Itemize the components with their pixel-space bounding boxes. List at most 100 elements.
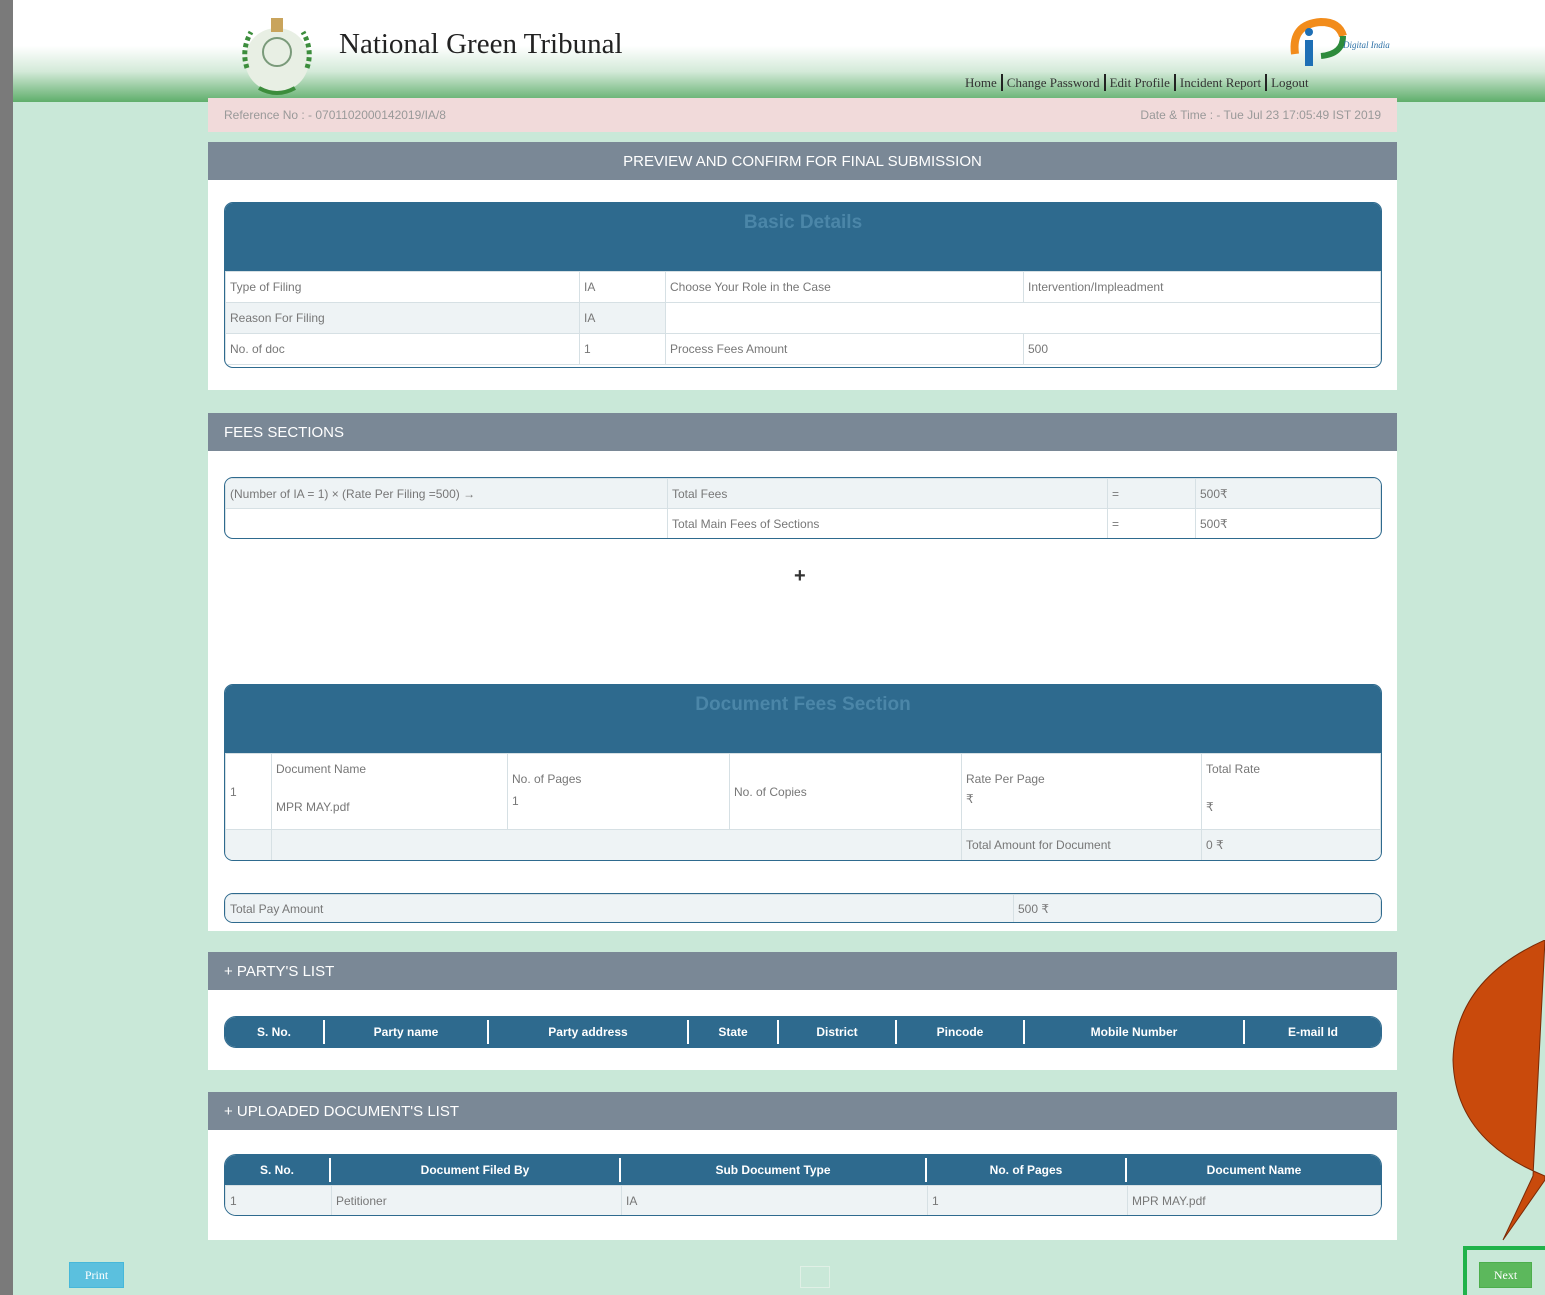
table-cell: MPR MAY.pdf [1127, 1185, 1381, 1215]
table-cell: = [1107, 478, 1196, 509]
column-header: Party address [489, 1020, 689, 1044]
table-cell: 1 [579, 333, 666, 365]
doc-total-label: Total Rate [1206, 762, 1261, 776]
column-header: Sub Document Type [621, 1158, 927, 1182]
site-title: National Green Tribunal [339, 28, 623, 60]
documents-list-panel: + UPLOADED DOCUMENT'S LIST S. No. Docume… [208, 1092, 1397, 1240]
site-header: National Green Tribunal Digital India Ho… [13, 0, 1545, 102]
reference-info-bar: Reference No : - 0701102000142019/IA/8 D… [208, 98, 1397, 132]
column-header: No. of Pages [927, 1158, 1127, 1182]
fees-box: (Number of IA = 1) × (Rate Per Filing =5… [224, 477, 1382, 539]
total-pay-table: Total Pay Amount 500 ₹ [225, 894, 1381, 922]
table-cell: Reason For Filing [225, 302, 580, 334]
table-cell: = [1107, 508, 1196, 538]
table-cell: Total Fees [667, 478, 1108, 509]
table-cell: 500₹ [1195, 508, 1381, 538]
ngt-emblem-icon [242, 18, 312, 95]
column-header: Document Name [1206, 1163, 1302, 1177]
party-list-table: S. No. Party name Party address State Di… [224, 1016, 1382, 1048]
preview-heading: PREVIEW AND CONFIRM FOR FINAL SUBMISSION [208, 142, 1397, 180]
print-button[interactable]: Print [69, 1262, 124, 1288]
document-fees-table: 1 Document Name MPR MAY.pdf No. of Pages… [225, 753, 1381, 860]
column-header: S. No. [225, 1158, 331, 1182]
doc-rate-value: ₹ [966, 792, 974, 806]
table-cell: 1 [927, 1185, 1128, 1215]
column-header: S. No. [225, 1020, 325, 1044]
column-header: State [689, 1020, 779, 1044]
fees-table: (Number of IA = 1) × (Rate Per Filing =5… [225, 478, 1381, 538]
table-cell: Petitioner [331, 1185, 622, 1215]
nav-incident-report[interactable]: Incident Report [1176, 75, 1265, 91]
column-header: E-mail Id [1287, 1025, 1338, 1039]
table-cell [225, 508, 668, 538]
table-cell: No. of doc [225, 333, 580, 365]
documents-list-header-row: S. No. Document Filed By Sub Document Ty… [225, 1155, 1381, 1185]
table-cell: Intervention/Impleadment [1023, 271, 1381, 303]
column-header: Mobile Number [1025, 1020, 1245, 1044]
total-pay-box: Total Pay Amount 500 ₹ [224, 893, 1382, 923]
table-cell: Total Main Fees of Sections [667, 508, 1108, 538]
table-cell: IA [621, 1185, 928, 1215]
table-cell [665, 302, 1381, 334]
table-cell: Choose Your Role in the Case [665, 271, 1024, 303]
doc-rate-cell: Rate Per Page ₹ [961, 753, 1202, 830]
party-list-header-row: S. No. Party name Party address State Di… [225, 1017, 1381, 1047]
table-cell: 1 [225, 1185, 332, 1215]
party-list-heading[interactable]: + PARTY'S LIST [208, 952, 1397, 990]
reference-number: Reference No : - 0701102000142019/IA/8 [224, 108, 446, 122]
doc-rate-label: Rate Per Page [966, 772, 1045, 786]
table-row: 1 Document Name MPR MAY.pdf No. of Pages… [225, 753, 1381, 830]
total-pay-label: Total Pay Amount [225, 894, 1014, 922]
table-cell: Type of Filing [225, 271, 580, 303]
digital-india-label: Digital India [1343, 40, 1390, 50]
table-row: Type of Filing IA Choose Your Role in th… [225, 271, 1381, 303]
document-fees-title: Document Fees Section [225, 685, 1381, 753]
documents-list-table: S. No. Document Filed By Sub Document Ty… [224, 1154, 1382, 1216]
next-button[interactable]: Next [1479, 1262, 1532, 1288]
nav-edit-profile[interactable]: Edit Profile [1106, 75, 1174, 91]
fees-heading: FEES SECTIONS [208, 413, 1397, 451]
table-row: 1 Petitioner IA 1 MPR MAY.pdf [225, 1185, 1381, 1215]
table-cell: 500 [1023, 333, 1381, 365]
doc-copies-label: No. of Copies [729, 753, 962, 830]
table-cell: IA [579, 302, 666, 334]
nav-logout[interactable]: Logout [1267, 75, 1313, 91]
column-header: Pincode [897, 1020, 1025, 1044]
column-header: Document Filed By [331, 1158, 621, 1182]
date-time: Date & Time : - Tue Jul 23 17:05:49 IST … [1140, 108, 1381, 122]
total-amount-label: Total Amount for Document [961, 829, 1202, 860]
top-navigation: Home Change Password Edit Profile Incide… [961, 74, 1313, 91]
nav-home[interactable]: Home [961, 75, 1001, 91]
documents-list-heading[interactable]: + UPLOADED DOCUMENT'S LIST [208, 1092, 1397, 1130]
doc-pages-cell: No. of Pages 1 [507, 753, 730, 830]
table-row: (Number of IA = 1) × (Rate Per Filing =5… [225, 478, 1381, 509]
table-cell: (Number of IA = 1) × (Rate Per Filing =5… [225, 478, 668, 509]
table-cell [271, 829, 962, 860]
party-list-panel: + PARTY'S LIST S. No. Party name Party a… [208, 952, 1397, 1070]
doc-index: 1 [225, 753, 272, 830]
table-row: Total Main Fees of Sections = 500₹ [225, 508, 1381, 538]
basic-details-table: Type of Filing IA Choose Your Role in th… [225, 271, 1381, 365]
footer-placeholder [800, 1266, 830, 1288]
table-row: Total Amount for Document 0 ₹ [225, 829, 1381, 860]
doc-name-label: Document Name [276, 762, 367, 776]
column-header: District [779, 1020, 897, 1044]
basic-details-box: Basic Details Type of Filing IA Choose Y… [224, 202, 1382, 368]
doc-pages-value: 1 [512, 794, 519, 808]
fees-panel: FEES SECTIONS (Number of IA = 1) × (Rate… [208, 413, 1397, 931]
doc-total-cell: Total Rate ₹ [1201, 753, 1381, 830]
doc-pages-label: No. of Pages [512, 772, 582, 786]
table-cell: 500₹ [1195, 478, 1381, 509]
plus-icon: + [794, 565, 806, 587]
left-edge-bar [0, 0, 13, 1295]
table-row: No. of doc 1 Process Fees Amount 500 [225, 333, 1381, 365]
doc-name-value: MPR MAY.pdf [276, 800, 350, 814]
table-cell: Process Fees Amount [665, 333, 1024, 365]
documents-body: 1 Petitioner IA 1 MPR MAY.pdf [225, 1185, 1381, 1215]
table-cell: IA [579, 271, 666, 303]
digital-india-logo: Digital India [1281, 14, 1411, 70]
preview-panel: PREVIEW AND CONFIRM FOR FINAL SUBMISSION… [208, 142, 1397, 390]
nav-change-password[interactable]: Change Password [1003, 75, 1104, 91]
doc-total-value: ₹ [1206, 800, 1214, 814]
table-row: Total Pay Amount 500 ₹ [225, 894, 1381, 922]
